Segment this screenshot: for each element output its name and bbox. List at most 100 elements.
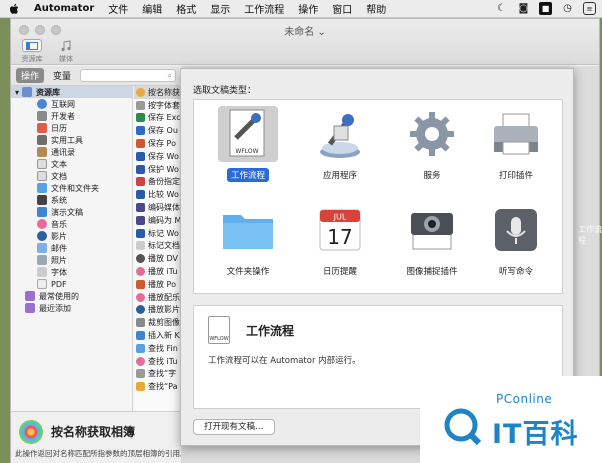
action-item[interactable]: 查找“字: [134, 368, 181, 381]
action-item[interactable]: 标记 Wo: [134, 227, 181, 240]
type-image-capture-plugin[interactable]: 图像捕捉插件: [386, 202, 478, 278]
library-item-calendar[interactable]: 日历: [11, 122, 132, 134]
menu-help[interactable]: 帮助: [366, 1, 386, 16]
presentation-icon: [37, 207, 47, 217]
library-item-system[interactable]: 系统: [11, 194, 132, 206]
library-item-fonts[interactable]: 字体: [11, 266, 132, 278]
action-item[interactable]: 查找“Pa: [134, 380, 181, 393]
open-existing-document-button[interactable]: 打开现有文稿…: [193, 419, 275, 435]
action-item[interactable]: 编码为 M: [134, 214, 181, 227]
media-encode-icon: [136, 203, 145, 213]
word-icon: [136, 228, 145, 238]
menu-app-automator[interactable]: Automator: [34, 3, 94, 14]
media-toolbar-button[interactable]: 媒体: [49, 39, 83, 64]
library-item-files-folders[interactable]: 文件和文件夹: [11, 182, 132, 194]
apple-icon[interactable]: [8, 3, 20, 15]
type-label: 日历提醒: [322, 267, 357, 277]
action-item[interactable]: 编码媒体: [134, 201, 181, 214]
type-calendar-alarm[interactable]: JUL 17 日历提醒: [294, 202, 386, 278]
action-item[interactable]: 播放影片: [134, 304, 181, 317]
action-item[interactable]: 保存 Wo: [134, 150, 181, 163]
library-toolbar-button[interactable]: 资源库: [15, 39, 49, 64]
menu-action[interactable]: 操作: [298, 1, 318, 16]
contacts-icon: [37, 147, 47, 157]
library-item-mail[interactable]: 邮件: [11, 242, 132, 254]
library-item-movies[interactable]: 影片: [11, 230, 132, 242]
control-icon[interactable]: ≡: [583, 2, 596, 15]
action-item[interactable]: 备份指定: [134, 176, 181, 189]
action-item[interactable]: 插入新 K: [134, 329, 181, 342]
action-item[interactable]: 保存 Ou: [134, 124, 181, 137]
library-item-utilities[interactable]: 实用工具: [11, 134, 132, 146]
action-item[interactable]: 查找 Fin: [134, 342, 181, 355]
menu-file[interactable]: 文件: [108, 1, 128, 16]
action-item[interactable]: 标记文档: [134, 240, 181, 253]
action-item[interactable]: 播放 Po: [134, 278, 181, 291]
tab-variables[interactable]: 变量: [48, 68, 76, 83]
folder-icon: [218, 202, 278, 258]
keynote-icon: [136, 331, 145, 341]
tab-actions[interactable]: 操作: [16, 68, 45, 83]
type-label: 打印插件: [498, 171, 533, 181]
library-header[interactable]: ▾ 资源库: [11, 86, 132, 98]
action-item[interactable]: 比较 Wo: [134, 188, 181, 201]
action-item[interactable]: 裁剪图像: [134, 316, 181, 329]
action-item[interactable]: 按字体套: [134, 99, 181, 112]
word-icon: [136, 190, 145, 200]
menu-view[interactable]: 显示: [210, 1, 230, 16]
type-label: 应用程序: [322, 171, 357, 181]
document-icon: [37, 171, 47, 181]
font-action-icon: [136, 100, 145, 110]
library-item-pdf[interactable]: PDF: [11, 278, 132, 290]
moon-icon[interactable]: ☾: [495, 2, 508, 15]
backup-icon: [136, 177, 145, 187]
type-folder-action[interactable]: 文件夹操作: [202, 202, 294, 278]
photos-action-icon: [136, 87, 145, 97]
lock-icon[interactable]: ■: [539, 2, 552, 15]
system-icon: [37, 195, 47, 205]
type-workflow[interactable]: WFLOW 工作流程: [202, 106, 294, 182]
action-item[interactable]: 保护 Wo: [134, 163, 181, 176]
menu-format[interactable]: 格式: [176, 1, 196, 16]
menu-window[interactable]: 窗口: [332, 1, 352, 16]
camera-status-icon[interactable]: ◙: [517, 2, 530, 15]
library-item-recently-added[interactable]: 最近添加: [11, 302, 132, 314]
action-item[interactable]: 查找 iTu: [134, 355, 181, 368]
pconline-logo-icon: [443, 407, 483, 447]
search-input[interactable]: ⌕: [80, 69, 177, 82]
workflow-small-icon: WFLOW: [208, 316, 230, 344]
smart-folder-icon: [25, 291, 35, 301]
photos-icon: [37, 255, 47, 265]
clock-icon[interactable]: ◷: [561, 2, 574, 15]
action-item[interactable]: 播放 DV: [134, 252, 181, 265]
globe-icon: [37, 99, 47, 109]
action-item[interactable]: 保存 Po: [134, 137, 181, 150]
action-item[interactable]: 播放配乐: [134, 291, 181, 304]
tools-icon: [37, 111, 47, 121]
library-item-most-used[interactable]: 最常使用的: [11, 290, 132, 302]
action-item[interactable]: 播放 iTu: [134, 265, 181, 278]
dvd-icon: [136, 254, 145, 264]
type-print-plugin[interactable]: 打印插件: [470, 106, 562, 182]
library-item-contacts[interactable]: 通讯录: [11, 146, 132, 158]
mail-icon: [37, 243, 47, 253]
library-item-music[interactable]: 音乐: [11, 218, 132, 230]
type-dictation-command[interactable]: 听写命令: [470, 202, 562, 278]
library-item-documents[interactable]: 文档: [11, 170, 132, 182]
action-item[interactable]: 按名称获: [134, 86, 181, 99]
type-service[interactable]: 服务: [386, 106, 478, 182]
behind-sheet-label: 工作流程: [578, 225, 602, 245]
type-application[interactable]: 应用程序: [294, 106, 386, 182]
action-item[interactable]: 保存 Exc: [134, 112, 181, 125]
library-item-developer[interactable]: 开发者: [11, 110, 132, 122]
menu-workflow[interactable]: 工作流程: [244, 1, 284, 16]
library-item-text[interactable]: 文本: [11, 158, 132, 170]
menu-edit[interactable]: 编辑: [142, 1, 162, 16]
library-item-presentations[interactable]: 演示文稿: [11, 206, 132, 218]
calendar-icon: JUL 17: [310, 202, 370, 258]
library-item-photos[interactable]: 照片: [11, 254, 132, 266]
library-list: ▾ 资源库 互联网 开发者 日历 实用工具 通讯录 文本 文档 文件和文件夹 系…: [11, 86, 133, 411]
library-item-internet[interactable]: 互联网: [11, 98, 132, 110]
document-icon: [136, 241, 145, 251]
type-description-title: 工作流程: [246, 324, 295, 338]
